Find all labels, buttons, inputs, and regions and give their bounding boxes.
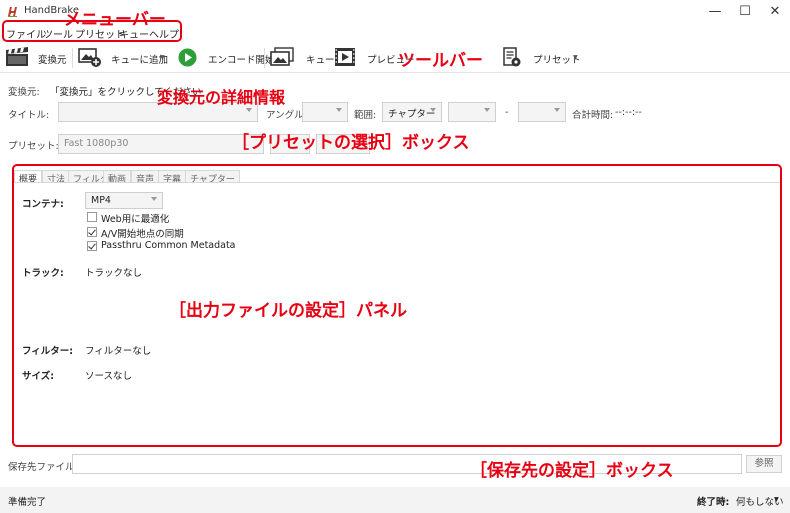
minimize-button[interactable]: — [700,0,730,23]
close-icon: ✕ [769,4,781,19]
menubar-annotation: メニューバー [64,10,166,30]
output-panel-annotation: ［出力ファイルの設定］パネル [169,301,407,321]
presets-dropdown-icon[interactable]: ▾ [573,52,578,63]
angle-select[interactable] [302,102,348,122]
when-done-label: 終了時: [697,497,730,508]
source-button[interactable]: 変換元 [38,52,67,66]
when-done-dropdown-icon[interactable]: ▾ [774,494,779,505]
preset-box-annotation: ［プリセットの選択］ボックス [232,133,470,153]
toolbar-separator [264,48,265,68]
maximize-icon: ☐ [739,4,751,19]
close-button[interactable]: ✕ [760,0,790,23]
minimize-icon: — [708,4,722,19]
status-bar [0,487,790,513]
handbrake-logo-icon [6,5,19,18]
film-clapper-icon [6,47,28,66]
range-start-select[interactable] [448,102,496,122]
browse-button[interactable]: 参照 [746,455,782,473]
presets-icon [503,47,521,67]
range-type-value: チャプター [388,109,436,120]
range-end-select[interactable] [518,102,566,122]
destination-box-annotation: ［保存先の設定］ボックス [470,461,674,481]
preview-icon [335,48,355,66]
chevron-down-icon [246,108,252,112]
chevron-down-icon [336,108,342,112]
angle-label: アングル: [266,110,307,121]
toolbar-separator [72,48,73,68]
add-to-queue-dropdown-icon[interactable]: ▾ [160,52,165,63]
range-label: 範囲: [354,110,377,121]
destination-label: 保存先ファイル: [8,462,78,473]
toolbar-annotation: ツールバー [398,51,483,71]
preset-label: プリセット: [8,141,59,152]
title-label: タイトル: [8,110,50,121]
start-encode-icon [178,48,197,67]
chevron-down-icon [430,108,436,112]
status-text: 準備完了 [8,497,47,508]
source-info-annotation: 変換元の詳細情報 [157,88,286,107]
range-type-select[interactable]: チャプター [382,102,442,122]
maximize-button[interactable]: ☐ [730,0,760,23]
add-to-queue-icon [78,48,101,67]
chevron-down-icon [554,108,560,112]
queue-button[interactable]: キュー [306,52,335,66]
duration-label: 合計時間: [572,110,614,121]
chevron-down-icon [484,108,490,112]
preset-value: Fast 1080p30 [64,138,129,149]
duration-value: --:--:-- [615,107,642,118]
source-label: 変換元: [8,87,40,98]
queue-icon [270,47,294,66]
range-dash: - [505,107,509,118]
